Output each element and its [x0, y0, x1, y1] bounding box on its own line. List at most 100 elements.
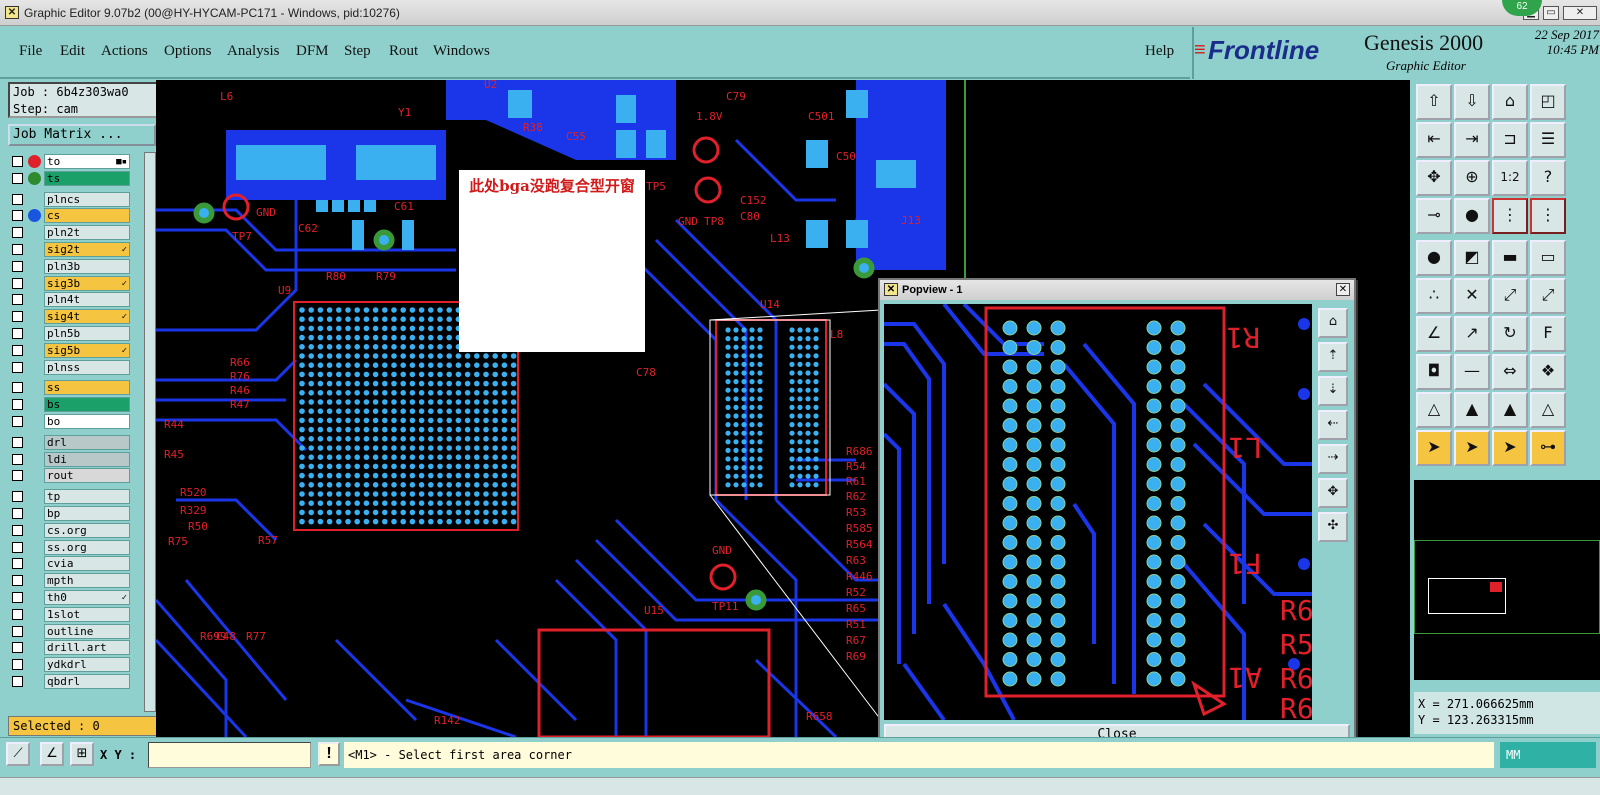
xy-input[interactable]: [148, 742, 311, 768]
layer-name-sig5b[interactable]: sig5b ✓: [44, 342, 130, 358]
menu-actions[interactable]: Actions: [101, 43, 148, 60]
layer-checkbox[interactable]: [12, 558, 23, 570]
layer-name-bs[interactable]: bs: [44, 397, 130, 413]
ruler-icon[interactable]: ▬: [1492, 240, 1528, 276]
pad-icon[interactable]: ◘: [1416, 354, 1452, 390]
layer-checkbox[interactable]: [12, 676, 23, 687]
layer-row[interactable]: sig2t ✓: [10, 242, 132, 257]
layer-row[interactable]: tp: [10, 489, 132, 505]
house-icon[interactable]: ⌂: [1492, 84, 1528, 120]
layer-row[interactable]: ss: [10, 380, 132, 396]
layer-checkbox[interactable]: [12, 260, 23, 272]
layer-name-pln4t[interactable]: pln4t: [44, 292, 130, 308]
layer-name-cs[interactable]: cs: [44, 208, 130, 224]
layer-name-bp[interactable]: bp: [44, 506, 130, 521]
triangle-a-icon[interactable]: ▲: [1454, 392, 1490, 428]
probe-icon[interactable]: ●: [1454, 198, 1490, 234]
layer-checkbox[interactable]: [12, 361, 23, 373]
menu-dfm[interactable]: DFM: [296, 43, 329, 60]
warning-button[interactable]: !: [318, 742, 340, 766]
pop-pan-right-icon[interactable]: ⇢: [1318, 444, 1348, 474]
zoom-area-icon[interactable]: ⊕: [1454, 160, 1490, 196]
layer-name-tp[interactable]: tp: [44, 489, 130, 505]
diagonal-icon[interactable]: ↗: [1454, 316, 1490, 352]
text-icon[interactable]: F: [1530, 316, 1566, 352]
layer-name-pln2t[interactable]: pln2t: [44, 225, 130, 241]
triangle-c-icon[interactable]: △: [1530, 392, 1566, 428]
layer-row[interactable]: to ■▪: [10, 154, 132, 169]
pan-right-icon[interactable]: ⇥: [1454, 122, 1490, 158]
layer-checkbox[interactable]: [12, 156, 23, 167]
layer-row[interactable]: cs: [10, 208, 132, 224]
connect-alt-icon[interactable]: ⤢: [1530, 278, 1566, 314]
pop-zoom-home-icon[interactable]: ⌂: [1318, 308, 1348, 338]
menu-help[interactable]: Help: [1145, 43, 1174, 60]
layer-row[interactable]: bo: [10, 414, 132, 429]
layer-row[interactable]: bs: [10, 397, 132, 413]
layer-name-to[interactable]: to ■▪: [44, 154, 130, 169]
layer-name-ss.org[interactable]: ss.org: [44, 539, 130, 555]
layer-row[interactable]: rout: [10, 468, 132, 484]
angle-icon[interactable]: ∠: [1416, 316, 1452, 352]
menu-rout[interactable]: Rout: [389, 43, 418, 60]
node-icon[interactable]: ∴: [1416, 278, 1452, 314]
layer-row[interactable]: 1slot: [10, 606, 132, 622]
ruler-alt-icon[interactable]: ▭: [1530, 240, 1566, 276]
layer-name-ts[interactable]: ts: [44, 170, 130, 186]
layer-name-ydkdrl[interactable]: ydkdrl: [44, 657, 130, 673]
layer-row[interactable]: sig3b ✓: [10, 275, 132, 291]
net-alt-icon[interactable]: ⋮: [1530, 198, 1566, 234]
layer-checkbox[interactable]: [12, 416, 23, 427]
layer-checkbox[interactable]: [12, 193, 23, 205]
zoom-ratio-icon[interactable]: 1:2: [1492, 160, 1528, 196]
dimension-icon[interactable]: ⇔: [1492, 354, 1528, 390]
menu-edit[interactable]: Edit: [60, 43, 85, 60]
layer-row[interactable]: plncs: [10, 191, 132, 207]
arc-icon[interactable]: ↻: [1492, 316, 1528, 352]
layer-checkbox[interactable]: [12, 592, 23, 603]
pop-pan-up-icon[interactable]: ⇡: [1318, 342, 1348, 372]
layer-checkbox[interactable]: [12, 470, 23, 482]
cluster-icon[interactable]: ❖: [1530, 354, 1566, 390]
minimap[interactable]: [1414, 480, 1600, 680]
layer-name-cvia[interactable]: cvia: [44, 556, 130, 572]
pop-pan-left-icon[interactable]: ⇠: [1318, 410, 1348, 440]
close-window-button[interactable]: ✕: [1563, 6, 1597, 20]
layer-name-bo[interactable]: bo: [44, 414, 130, 429]
layer-checkbox[interactable]: [12, 382, 23, 394]
grid-icon[interactable]: ⊞: [70, 742, 94, 766]
layer-checkbox[interactable]: [12, 491, 23, 503]
layer-row[interactable]: cvia: [10, 556, 132, 572]
help-icon[interactable]: ?: [1530, 160, 1566, 196]
download-icon[interactable]: ⇩: [1454, 84, 1490, 120]
layer-row[interactable]: pln3b: [10, 258, 132, 274]
layer-row[interactable]: mpth: [10, 573, 132, 589]
layer-name-sig2t[interactable]: sig2t ✓: [44, 242, 130, 257]
units-selector[interactable]: MM: [1500, 742, 1596, 768]
layer-row[interactable]: ts: [10, 170, 132, 186]
layer-checkbox[interactable]: [12, 608, 23, 620]
pointer-box-icon[interactable]: ➤: [1454, 430, 1490, 466]
layer-row[interactable]: qbdrl: [10, 674, 132, 689]
menu-file[interactable]: File: [19, 43, 42, 60]
layer-row[interactable]: pln5b: [10, 326, 132, 341]
layer-row[interactable]: ldi: [10, 451, 132, 467]
layer-checkbox[interactable]: [12, 244, 23, 255]
menu-options[interactable]: Options: [164, 43, 212, 60]
layer-row[interactable]: plnss: [10, 359, 132, 375]
layer-row[interactable]: pln2t: [10, 225, 132, 241]
layer-name-th0[interactable]: th0 ✓: [44, 590, 130, 605]
layer-row[interactable]: bp: [10, 506, 132, 521]
triangle-b-icon[interactable]: ▲: [1492, 392, 1528, 428]
layer-checkbox[interactable]: [12, 524, 23, 536]
pointer-frame-icon[interactable]: ➤: [1492, 430, 1528, 466]
pan-left-icon[interactable]: ⇤: [1416, 122, 1452, 158]
grid-angle-icon[interactable]: ∠: [40, 742, 64, 766]
layer-name-mpth[interactable]: mpth: [44, 573, 130, 589]
window-icon[interactable]: ◰: [1530, 84, 1566, 120]
layer-checkbox[interactable]: [12, 436, 23, 448]
layer-name-sig3b[interactable]: sig3b ✓: [44, 275, 130, 291]
layer-checkbox[interactable]: [12, 210, 23, 222]
layer-row[interactable]: drl: [10, 434, 132, 450]
layer-name-qbdrl[interactable]: qbdrl: [44, 674, 130, 689]
